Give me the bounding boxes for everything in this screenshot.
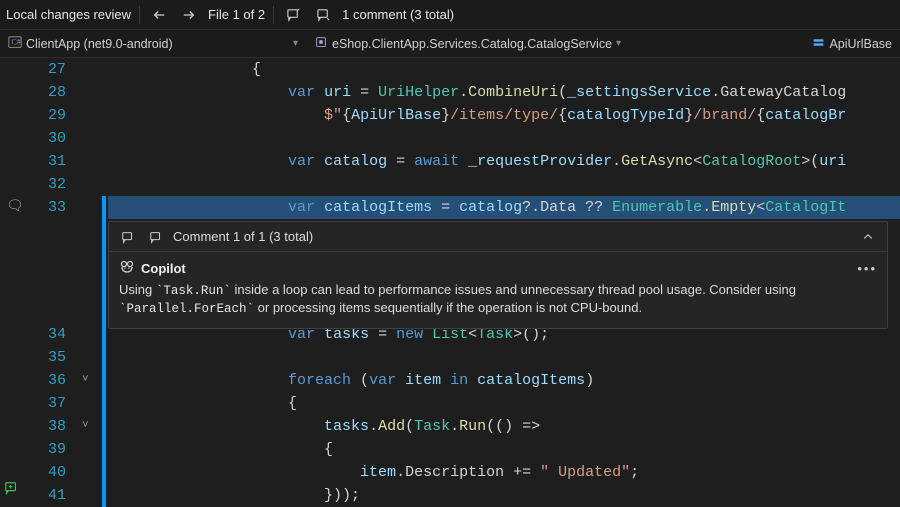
code-line[interactable] xyxy=(108,127,900,150)
code-line[interactable]: var catalog = await _requestProvider.Get… xyxy=(108,150,900,173)
fold-toggle[interactable]: ˅ xyxy=(80,369,100,392)
change-indicator xyxy=(102,369,106,392)
line-number: 31 xyxy=(26,150,66,173)
project-dropdown[interactable]: C# ClientApp (net9.0-android) ▾ xyxy=(4,33,304,55)
review-title: Local changes review xyxy=(6,7,131,22)
copilot-icon xyxy=(119,258,135,279)
line-number: 35 xyxy=(26,346,66,369)
code-line[interactable]: var uri = UriHelper.CombineUri(_settings… xyxy=(108,81,900,104)
comment-marker-icon[interactable]: 🗨 xyxy=(0,199,24,215)
separator xyxy=(139,6,140,24)
svg-text:C#: C# xyxy=(12,38,21,47)
namespace-name: eShop.ClientApp.Services.Catalog.Catalog… xyxy=(332,37,612,51)
comment-popup: Comment 1 of 1 (3 total) Copilot ••• Using … xyxy=(108,219,900,323)
class-icon xyxy=(314,35,328,52)
field-icon xyxy=(812,36,825,52)
more-button[interactable]: ••• xyxy=(857,260,877,278)
change-indicator xyxy=(100,150,108,173)
code-line[interactable]: item.Description += " Updated"; xyxy=(108,461,900,484)
line-number: 38 xyxy=(26,415,66,438)
prev-comment-button[interactable] xyxy=(282,4,304,26)
line-number: 30 xyxy=(26,127,66,150)
prev-comment-icon[interactable] xyxy=(117,226,139,248)
code-line[interactable]: { xyxy=(108,438,900,461)
comment-body: Using `Task.Run` inside a loop can lead … xyxy=(119,281,877,319)
collapse-button[interactable] xyxy=(857,226,879,248)
file-status: File 1 of 2 xyxy=(208,7,265,22)
code-line[interactable]: $"{ApiUrlBase}/items/type/{catalogTypeId… xyxy=(108,104,900,127)
member-name: ApiUrlBase xyxy=(829,37,892,51)
add-comment-icon[interactable] xyxy=(0,484,18,500)
line-number: 32 xyxy=(26,173,66,196)
next-comment-button[interactable] xyxy=(312,4,334,26)
change-indicator xyxy=(100,104,108,127)
editor-margin: 🗨 272829303132333435363738394041 ˅˅ xyxy=(0,58,108,503)
csharp-icon: C# xyxy=(8,35,22,52)
nav-bar: C# ClientApp (net9.0-android) ▾ eShop.Cl… xyxy=(0,30,900,58)
code-line[interactable]: foreach (var item in catalogItems) xyxy=(108,369,900,392)
prev-file-button[interactable] xyxy=(148,4,170,26)
change-indicator xyxy=(100,173,108,196)
change-indicator xyxy=(102,484,106,507)
change-indicator xyxy=(102,346,106,369)
member-dropdown[interactable]: ApiUrlBase xyxy=(808,33,896,55)
code-line[interactable]: { xyxy=(108,58,900,81)
change-indicator xyxy=(102,392,106,415)
line-number: 34 xyxy=(26,323,66,346)
change-indicator xyxy=(102,461,106,484)
code-line[interactable]: tasks.Add(Task.Run(() => xyxy=(108,415,900,438)
line-number: 41 xyxy=(26,484,66,507)
line-number: 36 xyxy=(26,369,66,392)
change-indicator xyxy=(102,415,106,438)
line-number: 29 xyxy=(26,104,66,127)
review-toolbar: Local changes review File 1 of 2 1 comme… xyxy=(0,0,900,30)
line-number: 27 xyxy=(26,58,66,81)
change-indicator xyxy=(102,196,106,219)
namespace-dropdown[interactable]: eShop.ClientApp.Services.Catalog.Catalog… xyxy=(310,33,802,55)
comment-author: Copilot xyxy=(141,260,186,278)
code-line[interactable]: })); xyxy=(108,484,900,503)
line-number: 33 xyxy=(26,196,66,219)
change-indicator xyxy=(102,438,106,461)
code-line[interactable]: var catalogItems = catalog?.Data ?? Enum… xyxy=(108,196,900,219)
line-number: 37 xyxy=(26,392,66,415)
line-number: 39 xyxy=(26,438,66,461)
code-line[interactable] xyxy=(108,346,900,369)
next-file-button[interactable] xyxy=(178,4,200,26)
chevron-down-icon: ▾ xyxy=(616,38,621,49)
code-line[interactable]: { xyxy=(108,392,900,415)
comment-status: Comment 1 of 1 (3 total) xyxy=(173,229,313,244)
line-number: 28 xyxy=(26,81,66,104)
comments-status: 1 comment (3 total) xyxy=(342,7,454,22)
chevron-down-icon: ▾ xyxy=(293,38,298,49)
next-comment-icon[interactable] xyxy=(145,226,167,248)
code-editor[interactable]: 🗨 272829303132333435363738394041 ˅˅ { va… xyxy=(0,58,900,503)
line-number: 40 xyxy=(26,461,66,484)
code-line[interactable] xyxy=(108,173,900,196)
change-indicator xyxy=(102,323,106,346)
fold-toggle[interactable]: ˅ xyxy=(80,415,100,438)
change-indicator xyxy=(100,127,108,150)
separator xyxy=(273,6,274,24)
change-indicator xyxy=(100,58,108,81)
project-name: ClientApp (net9.0-android) xyxy=(26,37,173,51)
change-indicator xyxy=(100,81,108,104)
